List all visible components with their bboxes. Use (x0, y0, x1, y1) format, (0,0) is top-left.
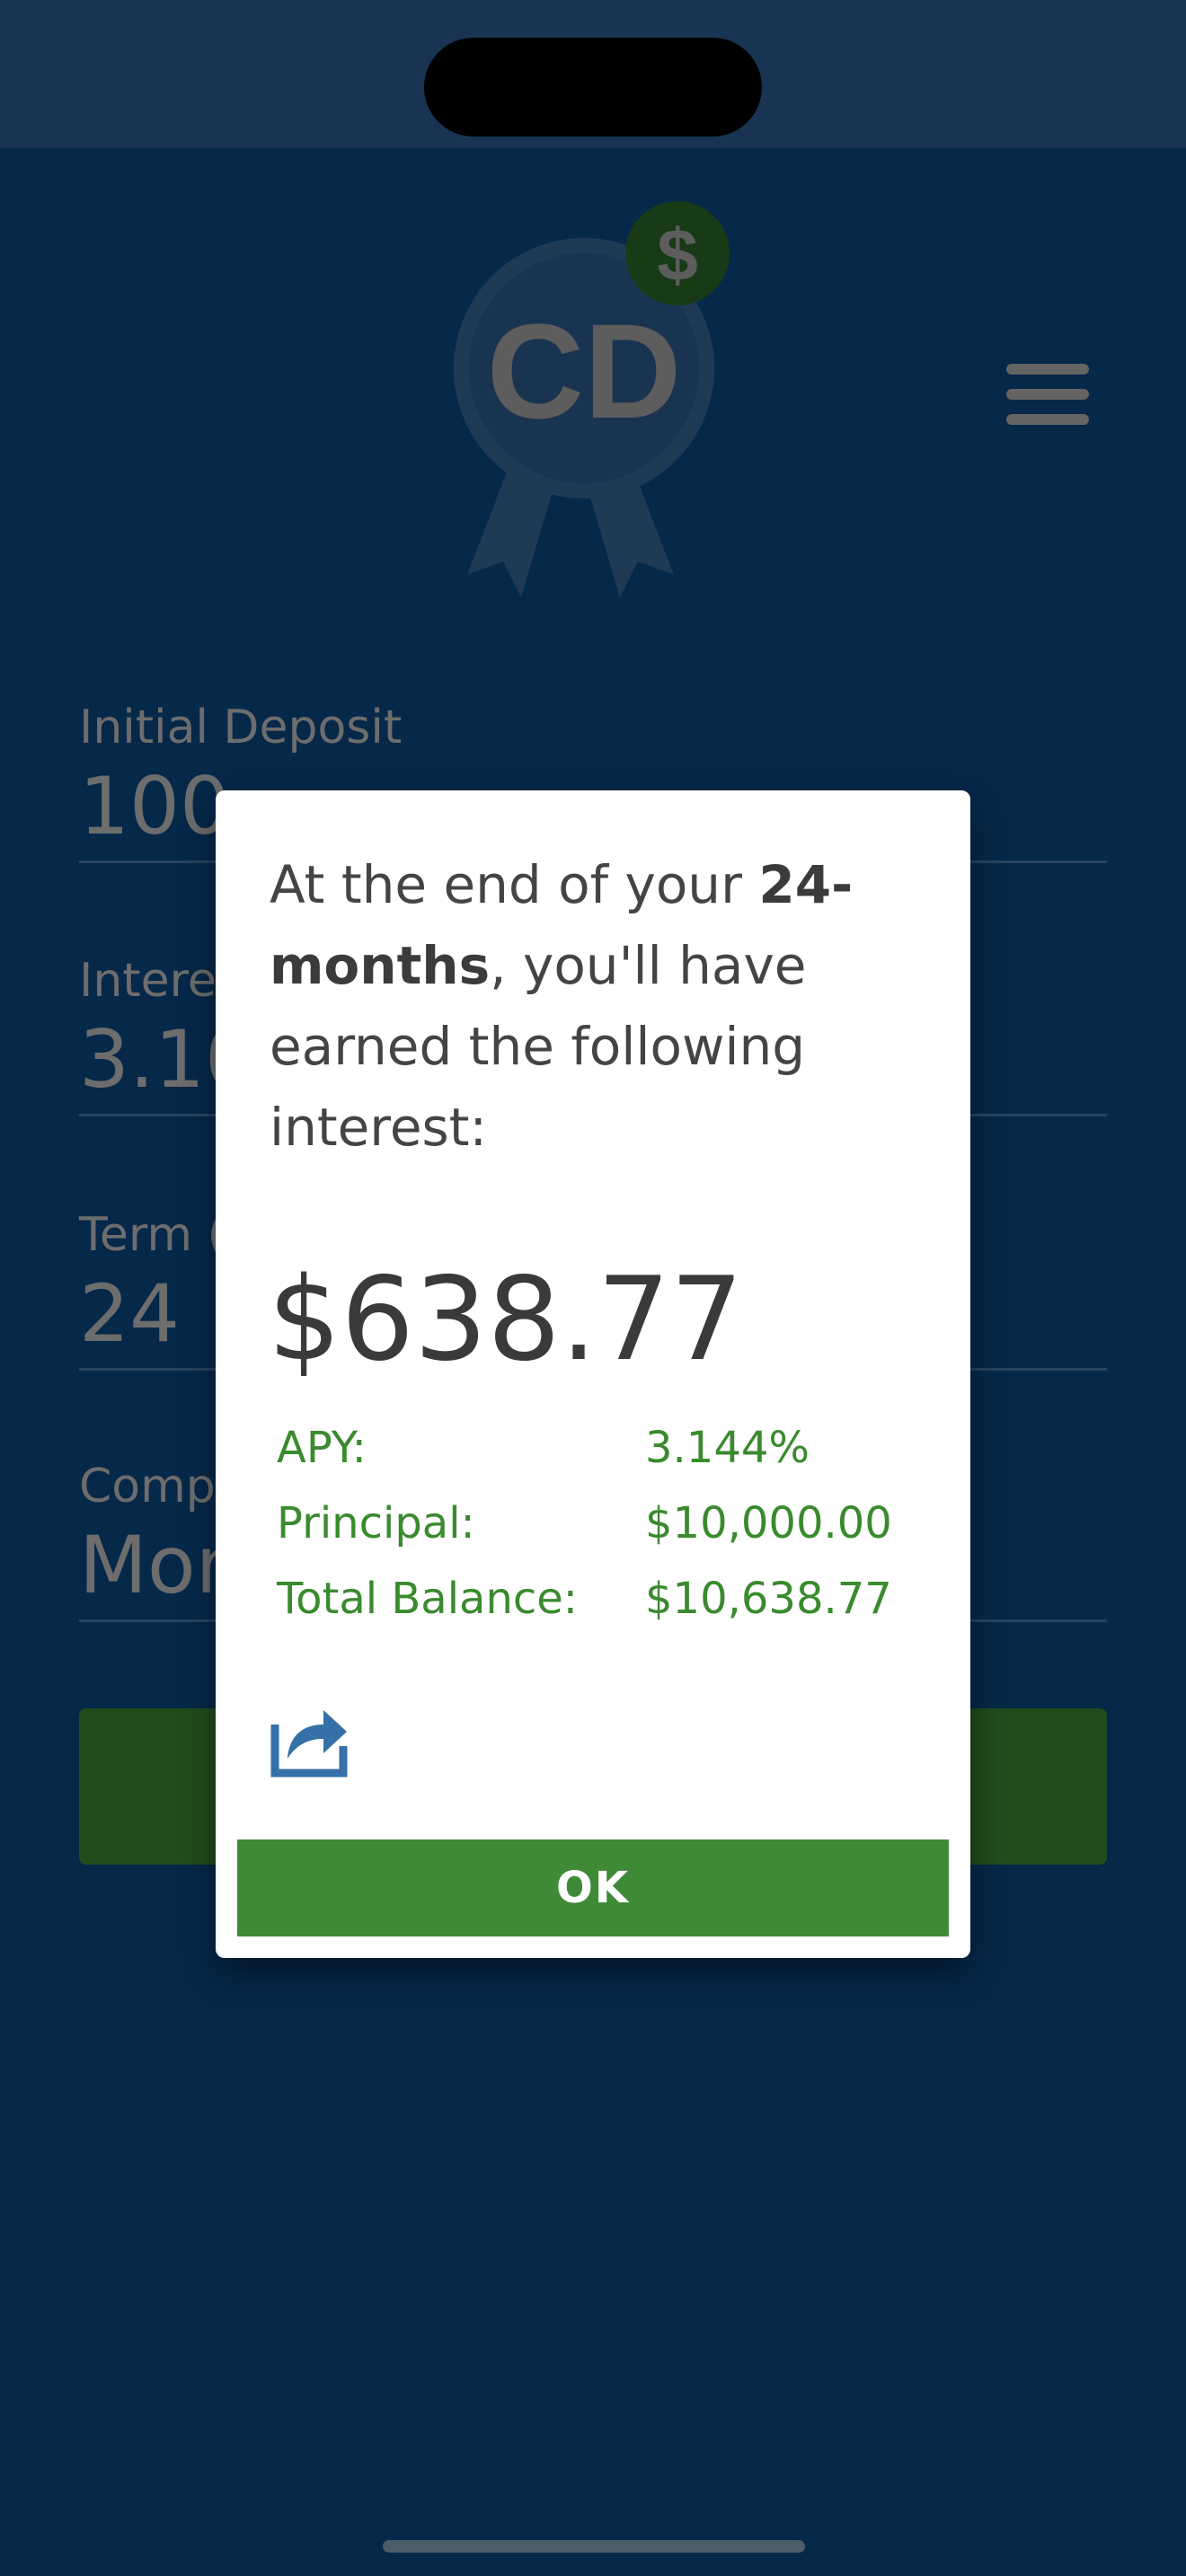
principal-label: Principal: (277, 1498, 475, 1548)
ok-button[interactable]: OK (237, 1839, 949, 1936)
detail-row-apy: APY: 3.144% (277, 1410, 924, 1486)
apy-label: APY: (277, 1423, 367, 1473)
result-details: APY: 3.144% Principal: $10,000.00 Total … (277, 1410, 924, 1636)
apy-value: 3.144% (645, 1423, 810, 1473)
principal-value: $10,000.00 (645, 1498, 892, 1548)
share-icon[interactable] (270, 1698, 350, 1778)
total-balance-label: Total Balance: (277, 1574, 578, 1624)
results-dialog: At the end of your 24-months, you'll hav… (216, 790, 970, 1958)
total-balance-value: $10,638.77 (645, 1574, 892, 1624)
interest-amount: $638.77 (268, 1253, 744, 1387)
home-indicator (383, 2540, 805, 2553)
detail-row-principal: Principal: $10,000.00 (277, 1486, 924, 1561)
result-message: At the end of your 24-months, you'll hav… (270, 854, 854, 1158)
detail-row-total-balance: Total Balance: $10,638.77 (277, 1561, 924, 1636)
